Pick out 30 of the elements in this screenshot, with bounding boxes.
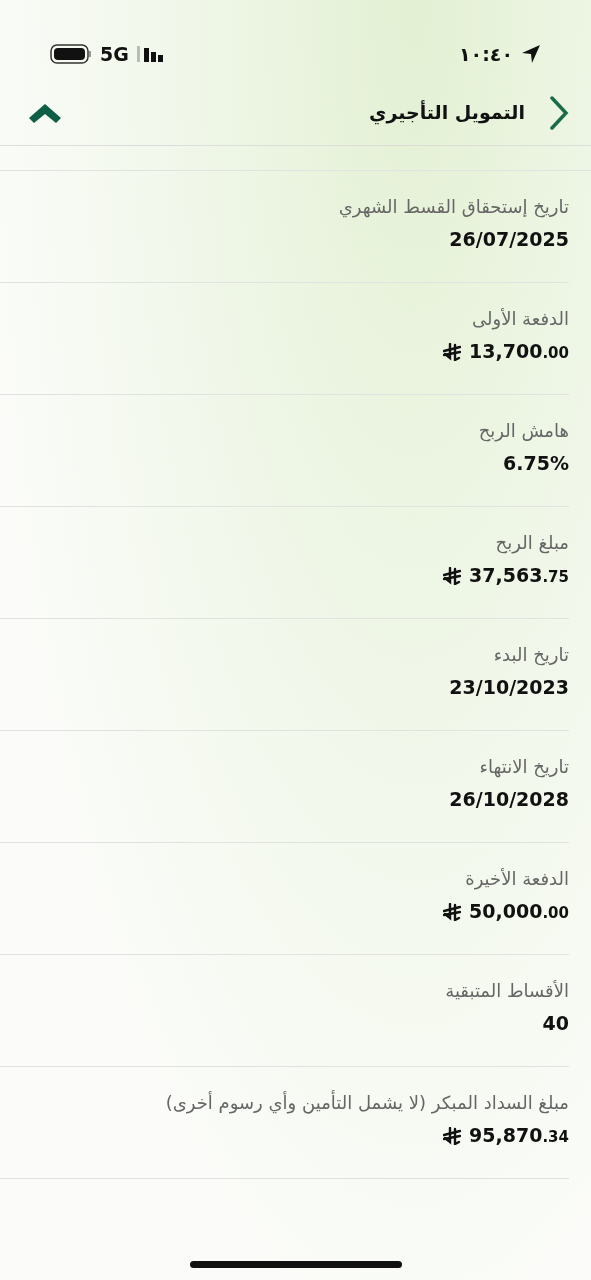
field-label: هامش الربح [477,419,569,444]
field-value: 26/10/2028 [448,787,569,812]
field-value: 26/07/2025 [448,227,569,252]
field-label: تاريخ الانتهاء [478,755,569,780]
network-text: 5G [100,41,129,67]
amount-value: 95,870.34 [469,1123,569,1148]
riyal-icon [443,903,462,921]
field-label: تاريخ إستحقاق القسط الشهري [337,195,569,220]
field-value: 23/10/2023 [448,675,569,700]
field-value: 6.75% [502,451,569,476]
time-text: ١٠:٤٠ [459,41,513,67]
amount-value: 37,563.75 [469,563,569,588]
logo-icon [28,101,62,124]
battery-icon [50,44,92,64]
field-label: تاريخ البدء [492,643,569,668]
field-label: مبلغ الربح [494,531,569,556]
field-label: الأقساط المتبقية [444,979,569,1003]
riyal-icon [443,343,462,361]
amount-value: 13,700.00 [469,339,569,364]
back-chevron-icon[interactable] [549,95,569,130]
amount-value: 50,000.00 [469,899,569,924]
screen-title: التمويل التأجيري [369,99,525,127]
field-label: مبلغ السداد المبكر (لا يشمل التأمين وأي رسوم أخرى) [164,1089,569,1116]
field-value: 40 [541,1011,569,1036]
field-label: الدفعة الأولى [470,307,569,332]
signal-icon [136,45,165,63]
riyal-icon [443,1127,462,1145]
location-icon [521,44,541,64]
field-label: الدفعة الأخيرة [464,867,569,892]
riyal-icon [443,567,462,585]
